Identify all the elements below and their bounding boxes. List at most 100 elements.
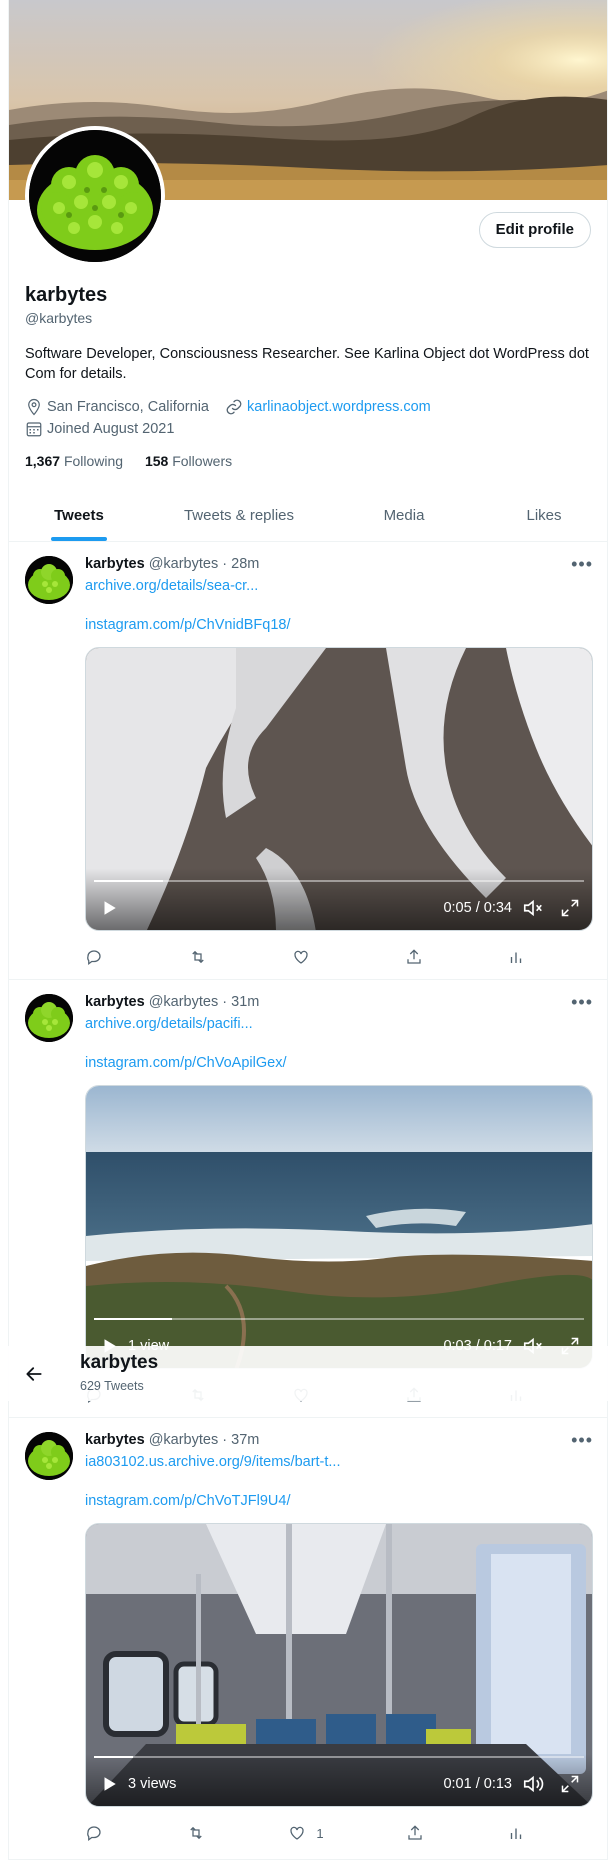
fullscreen-icon[interactable] <box>560 1774 580 1794</box>
tweet-link[interactable]: instagram.com/p/ChVnidBFq18/ <box>85 617 291 633</box>
edit-profile-button[interactable]: Edit profile <box>478 212 591 248</box>
tweet-link[interactable]: instagram.com/p/ChVoApilGex/ <box>85 1055 286 1071</box>
reply-icon <box>87 950 101 966</box>
video-time: 0:05 / 0:34 <box>443 900 512 916</box>
tweet[interactable]: karbytes @karbytes · 28m ••• archive.org… <box>9 542 607 980</box>
tweet-actions: 1 <box>85 1823 525 1843</box>
tweet-time[interactable]: 28m <box>231 556 259 572</box>
retweet-button[interactable] <box>188 948 208 966</box>
tweet-author-name[interactable]: karbytes <box>85 1432 145 1448</box>
muted-icon[interactable] <box>522 897 544 919</box>
like-button[interactable]: 1 <box>288 1824 324 1842</box>
tab-tweets-replies[interactable]: Tweets & replies <box>149 490 329 541</box>
back-arrow-icon[interactable] <box>24 1364 44 1384</box>
like-button[interactable] <box>292 948 320 966</box>
following-count: 1,367 <box>25 453 61 469</box>
video-progress-fill <box>94 880 163 882</box>
reply-button[interactable] <box>85 948 103 966</box>
romanesco-image <box>29 130 161 262</box>
sticky-tweet-count: 629 Tweets <box>80 1379 144 1393</box>
tweet-avatar[interactable] <box>25 1432 73 1480</box>
tweet-author-handle[interactable]: @karbytes <box>149 994 219 1010</box>
share-icon <box>406 949 421 964</box>
romanesco-thumb <box>25 994 73 1042</box>
heart-icon <box>290 1826 305 1840</box>
video-progress-bar[interactable] <box>94 1318 584 1320</box>
tweet-time[interactable]: 37m <box>231 1432 259 1448</box>
tab-media[interactable]: Media <box>329 490 479 541</box>
analytics-icon <box>510 1828 522 1839</box>
romanesco-thumb <box>25 1432 73 1480</box>
profile-meta-row: San Francisco, California karlinaobject.… <box>25 398 431 416</box>
more-icon[interactable]: ••• <box>571 554 593 575</box>
video-progress-bar[interactable] <box>94 880 584 882</box>
tweet-separator: · <box>222 556 228 572</box>
tweet-actions <box>85 947 525 967</box>
reply-button[interactable] <box>85 1824 103 1842</box>
tweet-author-name[interactable]: karbytes <box>85 556 145 572</box>
profile-page: Edit profile karbytes @karbytes Software… <box>8 0 608 1860</box>
play-icon[interactable] <box>100 1775 118 1793</box>
tweet-video[interactable]: 0:05 / 0:34 <box>85 647 593 931</box>
more-icon[interactable]: ••• <box>571 992 593 1013</box>
tab-likes[interactable]: Likes <box>479 490 607 541</box>
tweet-header: karbytes @karbytes · 28m <box>85 556 259 572</box>
video-views: 3 views <box>128 1776 177 1792</box>
tweet-separator: · <box>222 994 228 1010</box>
retweet-icon <box>191 950 204 964</box>
fullscreen-icon[interactable] <box>560 898 580 918</box>
tweet-time[interactable]: 31m <box>231 994 259 1010</box>
sticky-profile-header: karbytes 629 Tweets <box>8 1346 608 1401</box>
followers-count: 158 <box>144 453 169 469</box>
like-count: 1 <box>316 1825 324 1841</box>
video-time: 0:01 / 0:13 <box>443 1776 512 1792</box>
video-progress-fill <box>94 1318 173 1320</box>
retweet-icon <box>189 1826 202 1840</box>
analytics-icon <box>510 952 522 963</box>
location-icon <box>28 398 40 416</box>
analytics-button[interactable] <box>507 948 525 966</box>
tweet-author-name[interactable]: karbytes <box>85 994 145 1010</box>
profile-joined-row: Joined August 2021 <box>25 420 174 438</box>
tweet-separator: · <box>222 1432 228 1448</box>
follow-stats: 1,367 Following 158 Followers <box>25 453 232 469</box>
retweet-button[interactable] <box>186 1824 206 1842</box>
tweet[interactable]: karbytes @karbytes · 37m ••• ia803102.us… <box>9 1418 607 1860</box>
play-icon[interactable] <box>100 899 118 917</box>
share-button[interactable] <box>405 948 423 966</box>
tweet-avatar[interactable] <box>25 556 73 604</box>
sticky-name: karbytes <box>80 1352 159 1373</box>
profile-name: karbytes <box>25 284 108 306</box>
tweet-author-handle[interactable]: @karbytes <box>149 556 219 572</box>
video-controls: 3 views 0:01 / 0:13 <box>86 1764 592 1804</box>
video-controls: 0:05 / 0:34 <box>86 888 592 928</box>
tweet-header: karbytes @karbytes · 37m <box>85 1432 259 1448</box>
tweet-link[interactable]: ia803102.us.archive.org/9/items/bart-t..… <box>85 1454 341 1470</box>
profile-handle: @karbytes <box>25 310 93 326</box>
share-button[interactable] <box>406 1824 424 1842</box>
tab-tweets[interactable]: Tweets <box>9 490 149 541</box>
link-icon <box>226 399 242 415</box>
share-icon <box>408 1825 422 1840</box>
analytics-button[interactable] <box>507 1824 525 1842</box>
calendar-icon <box>26 422 42 437</box>
tweet-link[interactable]: instagram.com/p/ChVoTJFl9U4/ <box>85 1493 291 1509</box>
video-progress-fill <box>94 1756 134 1758</box>
followers-link[interactable]: 158 Followers <box>145 453 232 469</box>
volume-icon[interactable] <box>522 1773 544 1795</box>
romanesco-thumb <box>25 556 73 604</box>
tweet-video[interactable]: 1 view 0:03 / 0:17 <box>85 1085 593 1369</box>
tweet-avatar[interactable] <box>25 994 73 1042</box>
profile-website-link[interactable]: karlinaobject.wordpress.com <box>247 399 431 415</box>
tweet-video[interactable]: 3 views 0:01 / 0:13 <box>85 1523 593 1807</box>
tweet-author-handle[interactable]: @karbytes <box>149 1432 219 1448</box>
video-progress-bar[interactable] <box>94 1756 584 1758</box>
profile-avatar[interactable] <box>25 126 165 266</box>
tweet-link[interactable]: archive.org/details/sea-cr... <box>85 578 258 594</box>
tweet-link[interactable]: archive.org/details/pacifi... <box>85 1016 253 1032</box>
following-link[interactable]: 1,367 Following <box>25 453 123 469</box>
heart-icon <box>294 950 308 964</box>
followers-label: Followers <box>172 453 233 469</box>
more-icon[interactable]: ••• <box>571 1430 593 1451</box>
following-label: Following <box>63 453 124 469</box>
